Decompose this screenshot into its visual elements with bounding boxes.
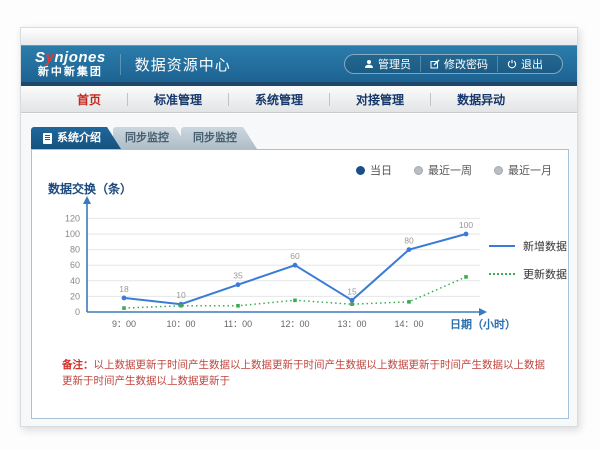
svg-text:0: 0: [75, 307, 80, 317]
svg-text:11：00: 11：00: [224, 319, 252, 329]
svg-text:14：00: 14：00: [394, 319, 423, 329]
nav-item-standard-mgmt[interactable]: 标准管理: [128, 91, 228, 108]
svg-text:100: 100: [65, 229, 80, 239]
power-icon: [507, 59, 517, 69]
svg-text:100: 100: [459, 220, 473, 230]
svg-text:60: 60: [70, 260, 80, 270]
nav-item-system-mgmt[interactable]: 系统管理: [229, 91, 329, 108]
svg-text:13：00: 13：00: [337, 319, 366, 329]
tab-bar: 系统介绍 同步监控 同步监控: [31, 127, 577, 149]
tab-system-intro[interactable]: 系统介绍: [31, 127, 121, 149]
tab-label: 系统介绍: [57, 127, 101, 149]
radio-label: 最近一月: [508, 162, 552, 178]
svg-text:120: 120: [65, 213, 80, 223]
svg-text:9：00: 9：00: [112, 319, 136, 329]
date-range-filter: 当日 最近一周 最近一月: [356, 162, 552, 178]
nav-item-data-change[interactable]: 数据异动: [431, 91, 531, 108]
nav-item-interface-mgmt[interactable]: 对接管理: [330, 91, 430, 108]
company-logo: Synjones 新中新集团: [35, 50, 106, 78]
footnote: 备注：以上数据更新于时间产生数据以上数据更新于时间产生数据以上数据更新于时间产生…: [62, 358, 552, 390]
app-window: Synjones 新中新集团 数据资源中心 管理员 修改密码 退出 首页 标准管…: [20, 27, 578, 427]
radio-last-month[interactable]: 最近一月: [494, 162, 552, 178]
legend-label: 新增数据: [523, 238, 567, 254]
svg-text:15: 15: [347, 286, 357, 296]
tab-sync-monitor-2[interactable]: 同步监控: [181, 127, 257, 149]
chart-panel: 当日 最近一周 最近一月 数据交换（条） 0204060801001209：00…: [31, 149, 569, 419]
document-icon: [43, 133, 52, 144]
svg-text:日期（小时）: 日期（小时）: [450, 317, 516, 331]
radio-icon: [356, 166, 365, 175]
svg-text:40: 40: [70, 276, 80, 286]
radio-icon: [494, 166, 503, 175]
page-title: 数据资源中心: [120, 54, 231, 75]
chart-legend: 新增数据 更新数据: [489, 238, 567, 282]
tab-sync-monitor-1[interactable]: 同步监控: [113, 127, 189, 149]
logout-label: 退出: [521, 56, 543, 72]
svg-text:10：00: 10：00: [166, 319, 195, 329]
logout-button[interactable]: 退出: [497, 56, 552, 72]
user-toolbar: 管理员 修改密码 退出: [344, 54, 563, 74]
tab-label: 同步监控: [125, 127, 169, 149]
radio-last-week[interactable]: 最近一周: [414, 162, 472, 178]
legend-updated-data: 更新数据: [489, 266, 567, 282]
svg-text:80: 80: [70, 245, 80, 255]
svg-text:10: 10: [176, 290, 186, 300]
svg-text:35: 35: [233, 271, 243, 281]
dotted-line-icon: [489, 273, 515, 275]
change-password-label: 修改密码: [444, 56, 488, 72]
admin-user-button[interactable]: 管理员: [355, 56, 420, 72]
svg-text:18: 18: [119, 284, 129, 294]
solid-line-icon: [489, 245, 515, 247]
app-header: Synjones 新中新集团 数据资源中心 管理员 修改密码 退出: [21, 45, 577, 82]
radio-label: 最近一周: [428, 162, 472, 178]
admin-user-label: 管理员: [378, 56, 411, 72]
logo-text-en: Synjones: [35, 50, 106, 65]
svg-text:12：00: 12：00: [280, 319, 309, 329]
footnote-label: 备注：: [62, 359, 94, 371]
content-area: 系统介绍 同步监控 同步监控 当日 最近一周: [21, 114, 577, 426]
user-icon: [364, 59, 374, 69]
legend-new-data: 新增数据: [489, 238, 567, 254]
svg-text:60: 60: [290, 251, 300, 261]
nav-item-home[interactable]: 首页: [51, 91, 127, 108]
svg-text:20: 20: [70, 291, 80, 301]
legend-label: 更新数据: [523, 266, 567, 282]
change-password-button[interactable]: 修改密码: [420, 56, 497, 72]
window-top-strip: [21, 28, 577, 45]
edit-icon: [430, 59, 440, 69]
radio-label: 当日: [370, 162, 392, 178]
tab-label: 同步监控: [193, 127, 237, 149]
radio-today[interactable]: 当日: [356, 162, 392, 178]
svg-text:80: 80: [404, 236, 414, 246]
main-nav: 首页 标准管理 系统管理 对接管理 数据异动: [21, 86, 577, 113]
radio-icon: [414, 166, 423, 175]
footnote-text: 以上数据更新于时间产生数据以上数据更新于时间产生数据以上数据更新于时间产生数据以…: [62, 359, 545, 387]
logo-text-cn: 新中新集团: [35, 67, 106, 78]
